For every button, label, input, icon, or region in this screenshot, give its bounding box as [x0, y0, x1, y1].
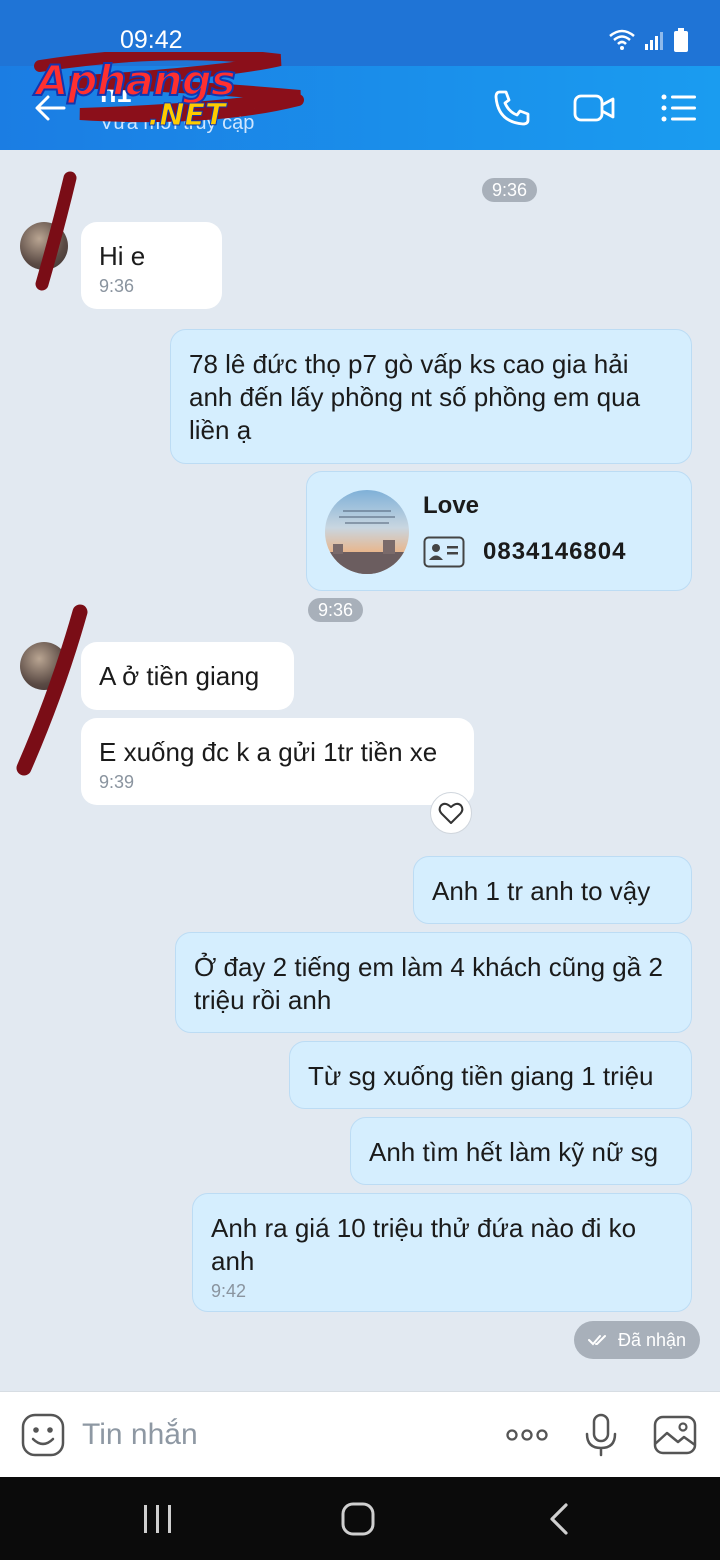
- react-heart-button[interactable]: [430, 792, 472, 834]
- recent-apps-icon[interactable]: [136, 1497, 180, 1541]
- back-nav-icon[interactable]: [538, 1497, 582, 1541]
- message-bubble[interactable]: A ở tiền giang: [81, 642, 294, 710]
- emoji-icon[interactable]: [20, 1412, 66, 1458]
- message-text: Từ sg xuống tiền giang 1 triệu: [308, 1061, 654, 1091]
- message-text: Hi e: [99, 241, 146, 271]
- message-text: 78 lê đức thọ p7 gò vấp ks cao gia hải a…: [189, 349, 641, 445]
- home-icon[interactable]: [336, 1497, 380, 1541]
- video-icon[interactable]: [572, 86, 616, 130]
- microphone-icon[interactable]: [578, 1412, 624, 1458]
- back-arrow-icon[interactable]: [30, 88, 70, 128]
- more-options-icon[interactable]: [504, 1412, 550, 1458]
- message-time: 9:36: [99, 276, 135, 296]
- message-input[interactable]: Tin nhắn: [82, 1418, 198, 1452]
- message-bubble[interactable]: E xuống đc k a gửi 1tr tiền xe 9:39: [81, 718, 474, 805]
- message-text: Anh tìm hết làm kỹ nữ sg: [369, 1137, 659, 1167]
- system-nav-bar: [0, 1477, 720, 1560]
- message-bubble[interactable]: Anh 1 tr anh to vậy: [413, 856, 692, 924]
- card-contact-name: Love: [423, 492, 480, 519]
- message-bubble[interactable]: Hi e 9:36: [81, 222, 222, 309]
- message-bubble[interactable]: Ở đay 2 tiếng em làm 4 khách cũng gầ 2 t…: [175, 932, 692, 1033]
- message-bubble[interactable]: 78 lê đức thọ p7 gò vấp ks cao gia hải a…: [170, 329, 692, 464]
- menu-icon[interactable]: [656, 86, 700, 130]
- contact-name[interactable]: h1: [100, 78, 132, 109]
- message-time: 9:39: [99, 772, 135, 792]
- message-text: Anh ra giá 10 triệu thử đứa nào đi ko an…: [211, 1213, 637, 1276]
- card-avatar: [325, 490, 409, 574]
- image-icon[interactable]: [652, 1412, 698, 1458]
- message-text: Anh 1 tr anh to vậy: [432, 876, 651, 906]
- contact-status: Vừa mới truy cập: [100, 112, 255, 134]
- time-divider: 9:36: [482, 178, 538, 202]
- message-text: E xuống đc k a gửi 1tr tiền xe: [99, 737, 438, 767]
- contact-card[interactable]: Love 0834146804: [306, 471, 692, 591]
- message-bubble[interactable]: Từ sg xuống tiền giang 1 triệu: [289, 1041, 692, 1109]
- time-divider: 9:36: [308, 598, 364, 622]
- double-check-icon: [588, 1335, 606, 1346]
- chat-header: h1 Vừa mới truy cập: [0, 66, 720, 150]
- heart-icon: [438, 802, 464, 824]
- status-time: 09:42: [120, 26, 183, 54]
- message-bubble[interactable]: Anh ra giá 10 triệu thử đứa nào đi ko an…: [192, 1193, 692, 1312]
- status-bar: 09:42: [0, 0, 720, 66]
- card-phone-number: 0834146804: [483, 538, 627, 565]
- message-text: Ở đay 2 tiếng em làm 4 khách cũng gầ 2 t…: [194, 952, 663, 1015]
- phone-icon[interactable]: [490, 86, 534, 130]
- battery-icon: [674, 28, 688, 52]
- avatar[interactable]: [20, 642, 68, 690]
- message-time: 9:42: [211, 1281, 247, 1301]
- message-input-bar: Tin nhắn: [0, 1391, 720, 1477]
- message-text: A ở tiền giang: [99, 661, 260, 691]
- received-label: Đã nhận: [618, 1330, 687, 1350]
- status-icons: [608, 28, 688, 52]
- message-bubble[interactable]: Anh tìm hết làm kỹ nữ sg: [350, 1117, 692, 1185]
- avatar[interactable]: [20, 222, 68, 270]
- contact-card-icon: [423, 536, 465, 568]
- received-status: Đã nhận: [574, 1321, 701, 1359]
- wifi-icon: [609, 29, 635, 50]
- signal-icon: [645, 32, 663, 50]
